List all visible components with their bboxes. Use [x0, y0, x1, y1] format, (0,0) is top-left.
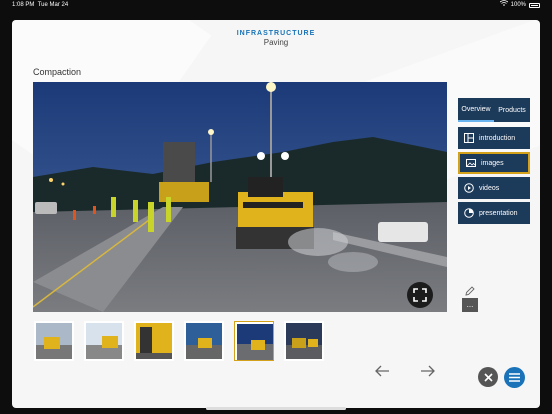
- main-image: [33, 82, 447, 312]
- battery-icon: [529, 2, 540, 8]
- thumbnail-1[interactable]: [34, 321, 74, 361]
- fullscreen-button[interactable]: [407, 282, 433, 308]
- tab-overview[interactable]: Overview: [458, 98, 494, 122]
- wifi-icon: [499, 0, 508, 10]
- tab-products[interactable]: Products: [494, 98, 530, 122]
- thumbnail-2[interactable]: [84, 321, 124, 361]
- main-menu-button[interactable]: [504, 367, 525, 388]
- menu-item-presentation[interactable]: presentation: [458, 202, 530, 224]
- content-menu: introduction images videos presentation: [458, 127, 530, 227]
- home-indicator[interactable]: [206, 407, 346, 410]
- category-label: INFRASTRUCTURE: [236, 30, 316, 37]
- introduction-icon: [464, 133, 474, 143]
- menu-label: videos: [479, 184, 500, 192]
- previous-arrow-icon[interactable]: [374, 364, 390, 378]
- thumbnail-5[interactable]: [234, 321, 274, 361]
- more-options-button[interactable]: ...: [462, 298, 478, 312]
- page-title: Compaction: [33, 67, 82, 77]
- menu-label: introduction: [479, 134, 516, 142]
- thumbnail-6[interactable]: [284, 321, 324, 361]
- status-bar: 1:08 PM Tue Mar 24 100%: [0, 0, 552, 10]
- thumbnail-strip: [34, 321, 324, 361]
- next-arrow-icon[interactable]: [420, 364, 436, 378]
- hamburger-menu-icon: [509, 373, 520, 382]
- subcategory-label: Paving: [263, 38, 289, 47]
- videos-icon: [464, 183, 474, 193]
- battery-percent: 100%: [510, 2, 526, 8]
- images-icon: [466, 159, 476, 167]
- main-card: INFRASTRUCTURE Paving Compaction Overvie…: [12, 20, 540, 408]
- menu-item-videos[interactable]: videos: [458, 177, 530, 199]
- menu-item-introduction[interactable]: introduction: [458, 127, 530, 149]
- side-tabs: Overview Products: [458, 98, 530, 122]
- menu-label: presentation: [479, 209, 518, 217]
- close-icon: [483, 372, 493, 382]
- thumbnail-3[interactable]: [134, 321, 174, 361]
- thumbnail-4[interactable]: [184, 321, 224, 361]
- menu-label: images: [481, 159, 504, 167]
- presentation-icon: [464, 208, 474, 218]
- page-header: INFRASTRUCTURE Paving: [12, 30, 540, 47]
- edit-pencil-icon[interactable]: [464, 284, 476, 296]
- menu-item-images[interactable]: images: [458, 152, 530, 174]
- close-button[interactable]: [478, 367, 498, 387]
- status-time: 1:08 PM Tue Mar 24: [12, 2, 69, 8]
- fullscreen-icon: [413, 288, 427, 302]
- status-right: 100%: [499, 0, 540, 10]
